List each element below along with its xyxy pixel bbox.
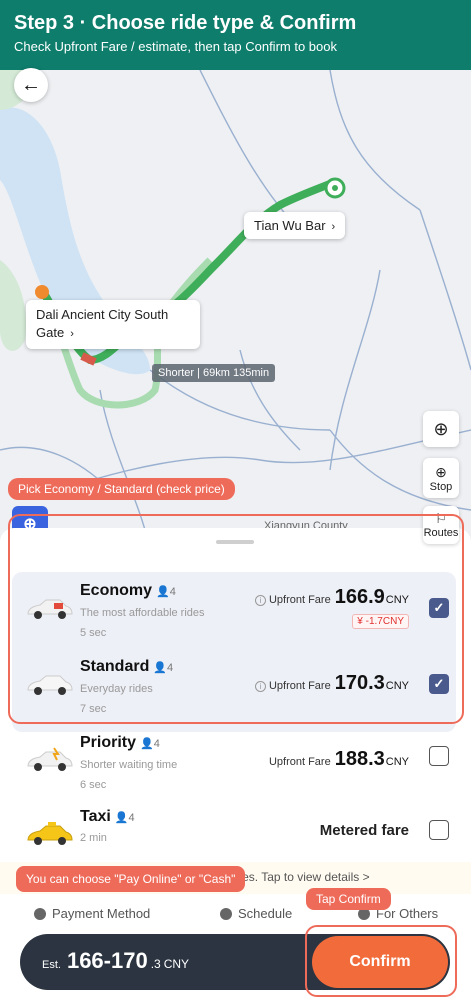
destination-bubble[interactable]: Tian Wu Bar ›	[244, 212, 346, 239]
ride-checkbox-unchecked[interactable]	[429, 746, 449, 766]
ride-description: Shorter waiting time	[80, 759, 178, 771]
step-title: Step 3 · Choose ride type & Confirm	[14, 12, 357, 34]
origin-label: Dali Ancient City South Gate	[36, 307, 169, 340]
ride-option-priority[interactable]: Priority 👤4 Shorter waiting time 6 sec Up…	[0, 726, 471, 800]
chevron-right-icon: ›	[331, 221, 336, 233]
metered-fare-label: Metered fare	[319, 822, 409, 839]
back-arrow-button[interactable]: ←	[14, 68, 48, 102]
passenger-icon: 👤4	[140, 738, 160, 750]
ride-eta: 6 sec	[80, 779, 107, 791]
fare-display: Upfront Fare 188.3 CNY	[269, 748, 409, 771]
price-estimate: Est. 166-170.3 CNY	[42, 948, 190, 973]
annotation-pick-ride: Pick Economy / Standard (check price)	[8, 478, 235, 500]
passenger-icon: 👤4	[114, 812, 135, 824]
taxi-icon	[27, 822, 73, 845]
schedule-button[interactable]: Schedule	[220, 906, 292, 921]
trip-options-row: Payment Method Schedule For Others	[0, 902, 471, 926]
fare-label: Upfront Fare	[268, 756, 331, 768]
payment-method-button[interactable]: Payment Method	[34, 906, 150, 921]
clock-icon	[220, 907, 232, 920]
fare-currency: CNY	[385, 756, 409, 768]
annotation-confirm: Tap Confirm	[306, 888, 391, 910]
chevron-right-icon: ›	[70, 328, 74, 340]
car-icon	[27, 747, 73, 771]
ride-name: Taxi 👤4	[80, 808, 135, 825]
highlight-confirm-frame	[305, 925, 457, 997]
fare-value: 188.3	[334, 748, 385, 770]
ride-name: Priority 👤4	[80, 734, 160, 751]
add-stop-button[interactable]: ⊕ Stop	[423, 458, 459, 498]
origin-bubble[interactable]: Dali Ancient City South Gate ›	[26, 300, 200, 349]
instruction-header: Step 3 · Choose ride type & Confirm Chec…	[0, 0, 471, 70]
highlight-selection-frame	[8, 514, 464, 724]
crosshair-icon: ⊕	[433, 418, 449, 439]
yen-icon	[34, 907, 46, 920]
ride-eta: 2 min	[80, 832, 107, 844]
route-info-label[interactable]: Shorter | 69km 135min	[152, 364, 276, 382]
destination-label: Tian Wu Bar	[254, 218, 326, 233]
step-subtitle: Check Upfront Fare / estimate, then tap …	[14, 39, 337, 54]
locate-button[interactable]: ⊕	[423, 411, 459, 447]
stop-label: Stop	[429, 480, 453, 493]
plus-circle-icon: ⊕	[435, 463, 447, 480]
arrow-left-icon: ←	[21, 74, 41, 96]
ride-checkbox-unchecked[interactable]	[429, 820, 449, 840]
annotation-payment: You can choose "Pay Online" or "Cash"	[16, 866, 246, 892]
